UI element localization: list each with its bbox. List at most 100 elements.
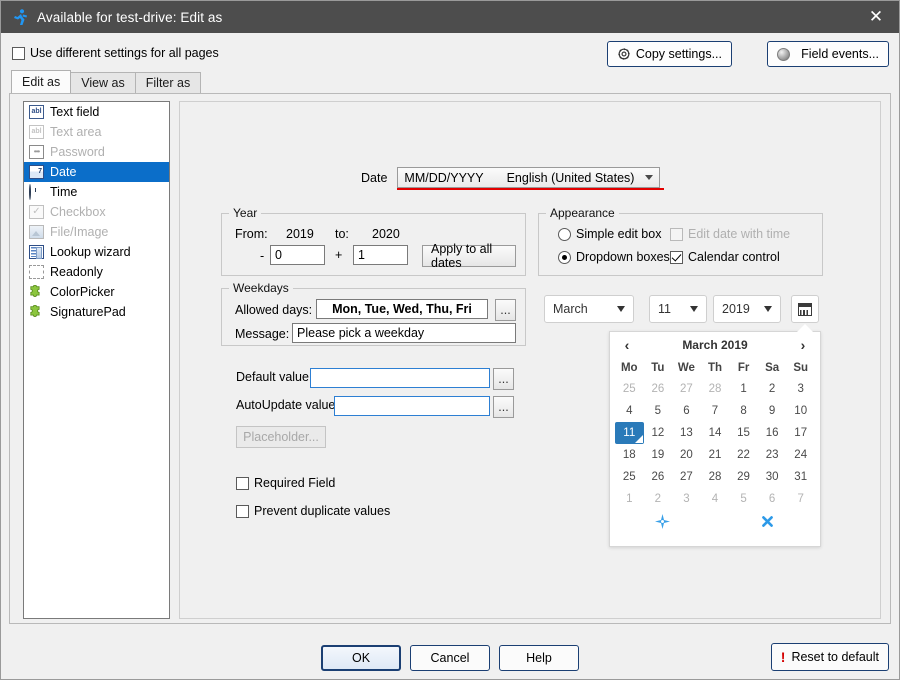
year-select[interactable]: 2019 (713, 295, 781, 323)
calendar-day[interactable]: 16 (758, 422, 787, 444)
sidebar-item-file-image[interactable]: File/Image (24, 222, 169, 242)
sidebar-item-label: Text area (50, 125, 101, 139)
copy-settings-label: Copy settings... (636, 47, 722, 61)
calendar-footer (610, 510, 820, 536)
calendar-day-selected[interactable]: 11 (615, 422, 644, 444)
allowed-days-more-button[interactable]: ... (495, 299, 516, 321)
ok-button[interactable]: OK (321, 645, 401, 671)
calendar-day[interactable]: 30 (758, 466, 787, 488)
calendar-day[interactable]: 2 (644, 488, 673, 510)
sidebar-item-text-area[interactable]: abl Text area (24, 122, 169, 142)
calendar-toggle-button[interactable] (791, 295, 819, 323)
day-select[interactable]: 11 (649, 295, 707, 323)
calendar-popup[interactable]: ‹ March 2019 › Mo Tu We Th Fr Sa Su 25 2… (609, 331, 821, 547)
calendar-day[interactable]: 6 (672, 400, 701, 422)
calendar-day[interactable]: 15 (729, 422, 758, 444)
calendar-day[interactable]: 8 (729, 400, 758, 422)
close-icon[interactable]: ✕ (853, 1, 899, 33)
prevent-duplicate-values-checkbox[interactable]: Prevent duplicate values (236, 504, 390, 518)
chevron-down-icon (764, 306, 772, 312)
year-minus-input[interactable]: 0 (270, 245, 325, 265)
sidebar-item-text-field[interactable]: abl Text field (24, 102, 169, 122)
calendar-day[interactable]: 31 (786, 466, 815, 488)
simple-edit-box-radio[interactable]: Simple edit box (558, 227, 661, 241)
calendar-day[interactable]: 10 (786, 400, 815, 422)
sidebar-item-checkbox[interactable]: ✓ Checkbox (24, 202, 169, 222)
dropdown-boxes-radio[interactable]: Dropdown boxes (558, 250, 670, 264)
autoupdate-value-input[interactable] (334, 396, 490, 416)
required-field-checkbox[interactable]: Required Field (236, 476, 335, 490)
sidebar-item-password[interactable]: ••• Password (24, 142, 169, 162)
field-type-list[interactable]: abl Text field abl Text area ••• Passwor… (23, 101, 170, 619)
calendar-day[interactable]: 4 (615, 400, 644, 422)
calendar-day[interactable]: 26 (644, 378, 673, 400)
calendar-day[interactable]: 7 (786, 488, 815, 510)
calendar-day[interactable]: 4 (701, 488, 730, 510)
sidebar-item-readonly[interactable]: Readonly (24, 262, 169, 282)
tab-view-as[interactable]: View as (70, 72, 136, 93)
calendar-day[interactable]: 27 (672, 378, 701, 400)
date-format-select[interactable]: MM/DD/YYYY English (United States) (397, 167, 660, 188)
calendar-day[interactable]: 28 (701, 466, 730, 488)
default-value-input[interactable] (310, 368, 490, 388)
weekday-header: Su (786, 358, 815, 378)
calendar-day[interactable]: 1 (729, 378, 758, 400)
calendar-day[interactable]: 9 (758, 400, 787, 422)
month-select[interactable]: March (544, 295, 634, 323)
use-different-settings-checkbox[interactable]: Use different settings for all pages (12, 46, 219, 60)
calendar-day[interactable]: 5 (729, 488, 758, 510)
calendar-control-checkbox[interactable]: Calendar control (670, 250, 780, 264)
weekdays-group: Weekdays Allowed days: Mon, Tue, Wed, Th… (221, 288, 526, 346)
placeholder-button[interactable]: Placeholder... (236, 426, 326, 448)
help-button[interactable]: Help (499, 645, 579, 671)
calendar-day[interactable]: 1 (615, 488, 644, 510)
weekday-message-input[interactable]: Please pick a weekday (292, 323, 516, 343)
sidebar-item-lookup-wizard[interactable]: Lookup wizard (24, 242, 169, 262)
calendar-day[interactable]: 26 (644, 466, 673, 488)
calendar-day[interactable]: 20 (672, 444, 701, 466)
today-button[interactable] (610, 514, 715, 532)
next-month-icon[interactable]: › (796, 337, 810, 353)
calendar-day[interactable]: 12 (644, 422, 673, 444)
calendar-day[interactable]: 25 (615, 378, 644, 400)
clear-date-button[interactable] (715, 515, 820, 531)
calendar-day[interactable]: 14 (701, 422, 730, 444)
calendar-day[interactable]: 2 (758, 378, 787, 400)
copy-settings-button[interactable]: Copy settings... (607, 41, 732, 67)
calendar-day[interactable]: 17 (786, 422, 815, 444)
sidebar-item-label: Date (50, 165, 76, 179)
tab-filter-as[interactable]: Filter as (135, 72, 201, 93)
calendar-day[interactable]: 28 (701, 378, 730, 400)
calendar-day[interactable]: 5 (644, 400, 673, 422)
sidebar-item-colorpicker[interactable]: ColorPicker (24, 282, 169, 302)
cancel-button[interactable]: Cancel (410, 645, 490, 671)
puzzle-icon (29, 285, 44, 299)
calendar-day[interactable]: 3 (672, 488, 701, 510)
reset-to-default-button[interactable]: ! Reset to default (771, 643, 889, 671)
sidebar-item-time[interactable]: Time (24, 182, 169, 202)
field-events-button[interactable]: Field events... (767, 41, 889, 67)
calendar-day[interactable]: 23 (758, 444, 787, 466)
apply-to-all-dates-button[interactable]: Apply to all dates (422, 245, 516, 267)
tab-edit-as[interactable]: Edit as (11, 70, 71, 93)
autoupdate-value-more-button[interactable]: ... (493, 396, 514, 418)
calendar-day[interactable]: 29 (729, 466, 758, 488)
sidebar-item-date[interactable]: 7 Date (24, 162, 169, 182)
calendar-day[interactable]: 6 (758, 488, 787, 510)
calendar-day[interactable]: 24 (786, 444, 815, 466)
sidebar-item-signaturepad[interactable]: SignaturePad (24, 302, 169, 322)
calendar-day[interactable]: 3 (786, 378, 815, 400)
year-plus-input[interactable]: 1 (353, 245, 408, 265)
calendar-day[interactable]: 22 (729, 444, 758, 466)
calendar-day[interactable]: 7 (701, 400, 730, 422)
calendar-day[interactable]: 18 (615, 444, 644, 466)
calendar-day[interactable]: 13 (672, 422, 701, 444)
edit-date-with-time-checkbox[interactable]: Edit date with time (670, 227, 790, 241)
default-value-more-button[interactable]: ... (493, 368, 514, 390)
calendar-day[interactable]: 25 (615, 466, 644, 488)
allowed-days-field[interactable]: Mon, Tue, Wed, Thu, Fri (316, 299, 488, 319)
calendar-day[interactable]: 21 (701, 444, 730, 466)
calendar-day[interactable]: 27 (672, 466, 701, 488)
calendar-day[interactable]: 19 (644, 444, 673, 466)
prev-month-icon[interactable]: ‹ (620, 337, 634, 353)
